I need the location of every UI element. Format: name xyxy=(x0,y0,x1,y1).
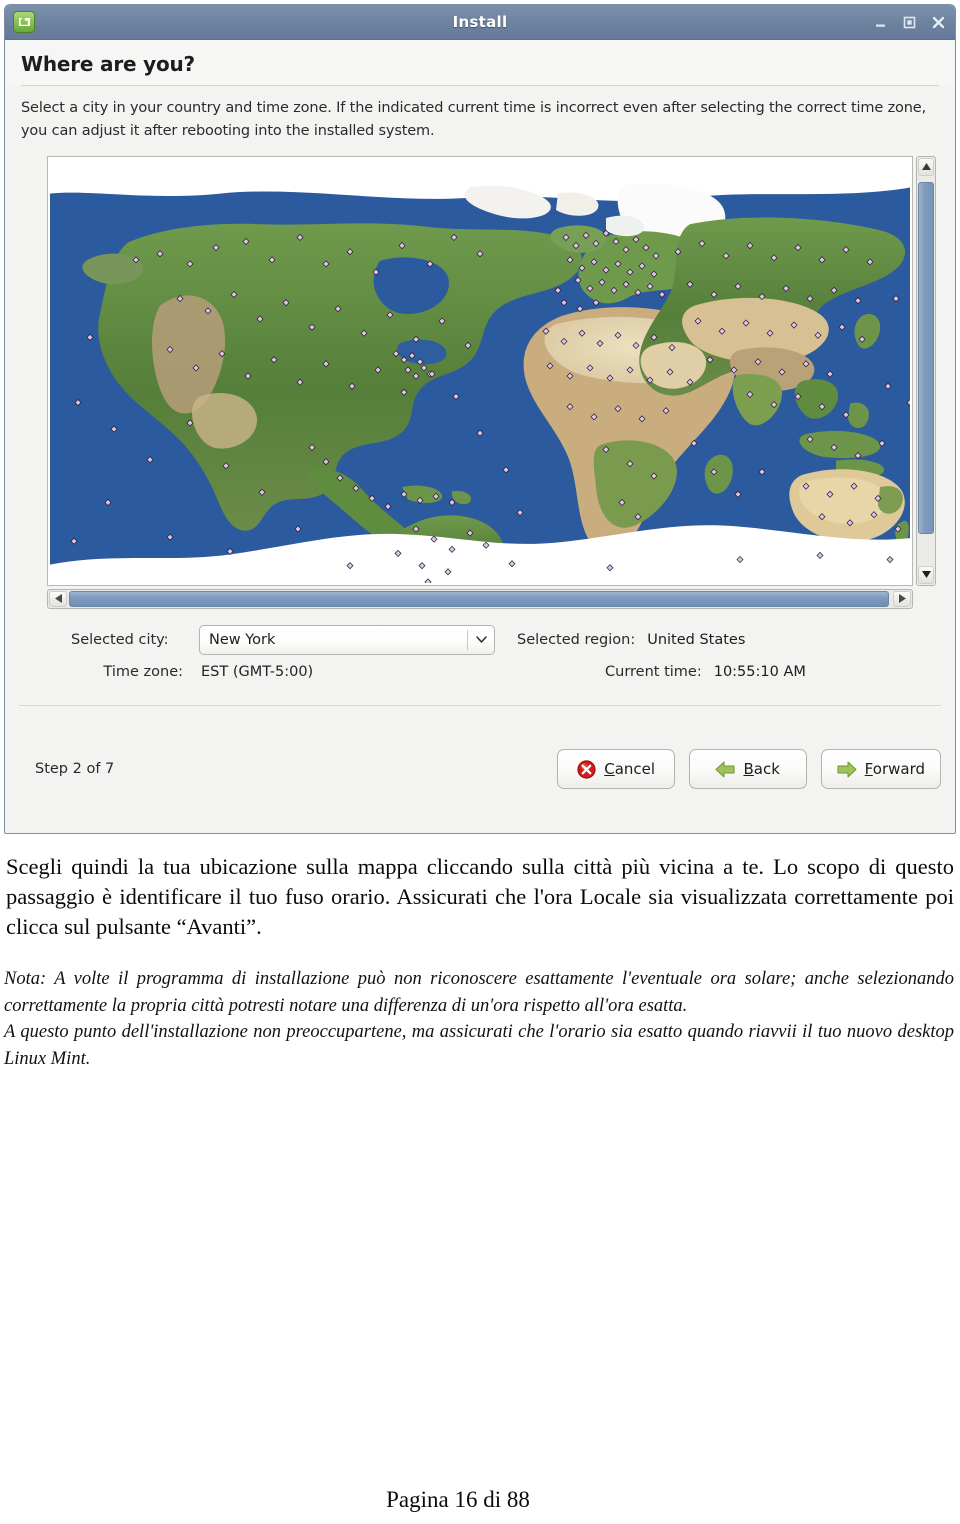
cancel-label-rest: ancel xyxy=(614,760,656,779)
paragraph-note-2: A questo punto dell'installazione non pr… xyxy=(4,1022,954,1070)
selected-region-value: United States xyxy=(647,631,746,648)
close-icon[interactable] xyxy=(930,14,947,31)
cancel-button[interactable]: Cancel xyxy=(556,749,675,790)
selected-city-label: Selected city: xyxy=(71,631,169,648)
map-and-vscroll xyxy=(47,155,947,586)
back-label-rest: ack xyxy=(753,760,780,779)
maximize-icon[interactable] xyxy=(901,14,918,31)
selected-city-value: New York xyxy=(209,631,276,648)
world-timezone-map[interactable] xyxy=(50,162,910,583)
map-vertical-scrollbar[interactable] xyxy=(916,155,936,586)
current-time-group: Current time: 10:55:10 AM xyxy=(605,664,806,680)
install-window: Install Where are you? Select a city in … xyxy=(4,4,956,834)
back-button[interactable]: Back xyxy=(688,749,807,790)
back-mnemonic: B xyxy=(743,760,754,779)
navigation-buttons: Cancel Back Forward xyxy=(556,749,941,790)
vertical-scroll-thumb[interactable] xyxy=(918,181,934,534)
scroll-up-arrow-icon[interactable] xyxy=(918,157,934,176)
document-body: Scegli quindi la tua ubicazione sulla ma… xyxy=(0,852,960,1073)
page-footer: Pagina 16 di 88 xyxy=(386,1487,530,1512)
timezone-time-row: Time zone: EST (GMT-5:00) Current time: … xyxy=(71,655,937,689)
forward-button-label: Forward xyxy=(865,760,925,778)
selected-city-dropdown[interactable]: New York xyxy=(199,624,495,655)
city-region-row: Selected city: New York Selected region:… xyxy=(71,623,937,657)
map-frame xyxy=(47,155,913,586)
window-controls xyxy=(872,14,947,31)
minimize-icon[interactable] xyxy=(872,14,889,31)
installer-screenshot: Install Where are you? Select a city in … xyxy=(4,4,956,834)
horizontal-scroll-track[interactable] xyxy=(69,590,891,607)
current-time-value: 10:55:10 AM xyxy=(713,663,806,680)
time-zone-label: Time zone: xyxy=(103,663,183,680)
forward-mnemonic: F xyxy=(864,760,873,779)
map-section xyxy=(47,155,947,609)
error-circle-x-icon xyxy=(576,759,596,779)
forward-label-rest: orward xyxy=(872,760,925,779)
window-titlebar[interactable]: Install xyxy=(5,5,955,40)
city-markers-layer xyxy=(70,229,910,583)
selected-region-group: Selected region: United States xyxy=(517,632,745,648)
back-button-label: Back xyxy=(743,760,779,778)
window-footer: Step 2 of 7 Cancel Back Forward xyxy=(5,706,955,833)
page-header: Where are you? xyxy=(5,40,955,86)
arrow-right-icon xyxy=(837,759,857,779)
paragraph-main: Scegli quindi la tua ubicazione sulla ma… xyxy=(6,854,954,939)
horizontal-scroll-thumb[interactable] xyxy=(69,590,889,607)
scroll-right-arrow-icon[interactable] xyxy=(893,590,911,607)
linux-mint-logo-icon xyxy=(13,11,35,33)
timezone-info: Selected city: New York Selected region:… xyxy=(5,623,955,689)
scroll-down-arrow-icon[interactable] xyxy=(918,565,934,584)
vertical-scroll-track[interactable] xyxy=(918,178,934,564)
selected-region-label: Selected region: xyxy=(517,631,636,648)
page-description: Select a city in your country and time z… xyxy=(21,100,927,140)
forward-button[interactable]: Forward xyxy=(820,749,941,790)
arrow-left-icon xyxy=(715,759,735,779)
window-title: Install xyxy=(452,13,508,31)
chevron-down-icon[interactable] xyxy=(468,636,494,644)
step-indicator: Step 2 of 7 xyxy=(35,761,115,778)
current-time-label: Current time: xyxy=(605,663,702,680)
map-horizontal-scrollbar[interactable] xyxy=(47,588,913,609)
cancel-button-label: Cancel xyxy=(604,760,655,778)
time-zone-value: EST (GMT-5:00) xyxy=(201,663,314,680)
cancel-mnemonic: C xyxy=(604,760,615,779)
page-title: Where are you? xyxy=(21,52,195,76)
paragraph-note-1: Nota: A volte il programma di installazi… xyxy=(4,968,954,1016)
scroll-left-arrow-icon[interactable] xyxy=(49,590,67,607)
